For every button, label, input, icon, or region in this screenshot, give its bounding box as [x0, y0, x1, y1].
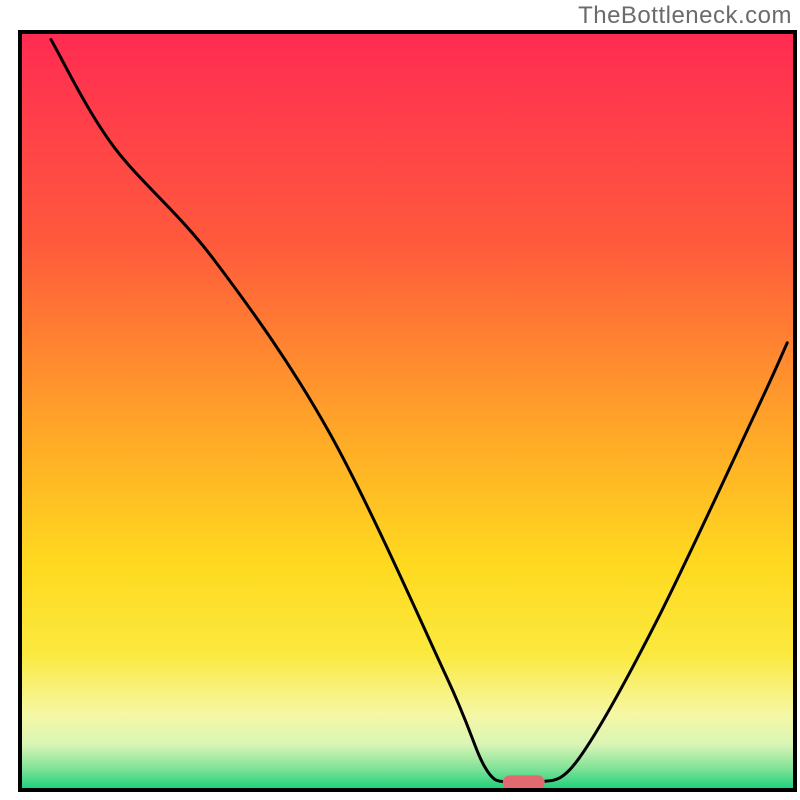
chart-container: TheBottleneck.com	[0, 0, 800, 800]
optimum-marker	[503, 775, 545, 789]
background-gradient	[20, 32, 795, 790]
watermark-text: TheBottleneck.com	[578, 2, 792, 30]
bottleneck-chart	[0, 0, 800, 800]
